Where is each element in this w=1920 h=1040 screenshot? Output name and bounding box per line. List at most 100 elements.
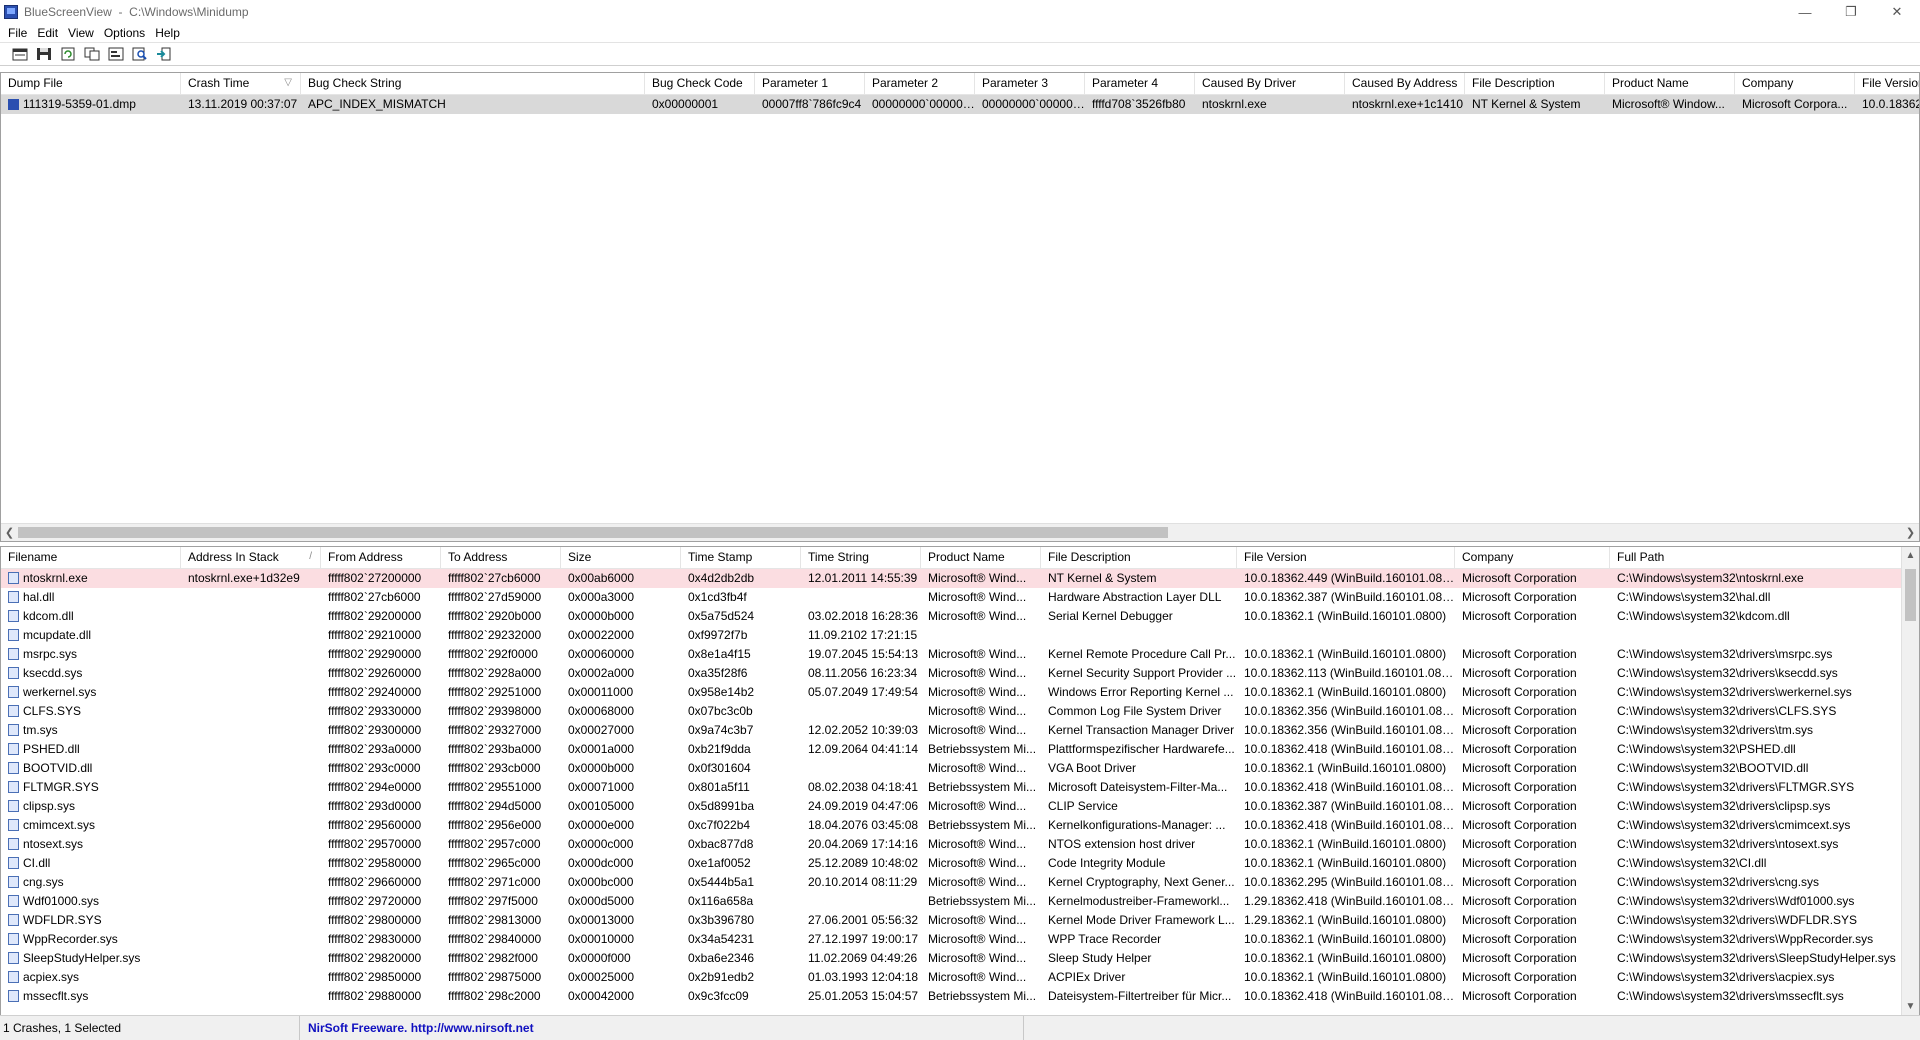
column-header-filename[interactable]: Filename <box>1 547 181 568</box>
table-row[interactable]: mcupdate.dll fffff802`29210000 fffff802`29… <box>1 626 1919 645</box>
save-icon[interactable] <box>34 45 54 63</box>
cell-text: fffff802`29210000 <box>328 628 422 642</box>
maximize-button[interactable]: ❐ <box>1828 0 1874 24</box>
table-row[interactable]: mssecflt.sys fffff802`29880000 fffff802`29… <box>1 987 1919 1006</box>
table-row[interactable]: cmimcext.sys fffff802`29560000 fffff802`29… <box>1 816 1919 835</box>
column-header-product-name[interactable]: Product Name <box>1605 73 1735 94</box>
column-header-caused-by-address[interactable]: Caused By Address <box>1345 73 1465 94</box>
menu-view[interactable]: View <box>68 26 94 40</box>
table-row[interactable]: ksecdd.sys fffff802`29260000 fffff802`2928… <box>1 664 1919 683</box>
table-cell: Serial Kernel Debugger <box>1041 607 1237 626</box>
table-row[interactable]: PSHED.dll fffff802`293a0000 fffff802`293ba… <box>1 740 1919 759</box>
exit-icon[interactable] <box>154 45 174 63</box>
table-cell <box>181 892 321 911</box>
scroll-up-icon[interactable]: ▲ <box>1902 547 1919 564</box>
column-header-label: Time Stamp <box>688 550 753 564</box>
table-row[interactable]: CLFS.SYS fffff802`29330000 fffff802`293980… <box>1 702 1919 721</box>
column-header-product-name[interactable]: Product Name <box>921 547 1041 568</box>
table-cell: C:\Windows\system32\drivers\acpiex.sys <box>1610 968 1910 987</box>
table-row[interactable]: msrpc.sys fffff802`29290000 fffff802`292f0… <box>1 645 1919 664</box>
column-header-file-description[interactable]: File Description <box>1465 73 1605 94</box>
table-row[interactable]: clipsp.sys fffff802`293d0000 fffff802`294d… <box>1 797 1919 816</box>
table-row[interactable]: acpiex.sys fffff802`29850000 fffff802`2987… <box>1 968 1919 987</box>
cell-text: Microsoft® Wind... <box>928 685 1027 699</box>
column-header-label: Parameter 4 <box>1092 76 1159 90</box>
column-header-from-address[interactable]: From Address <box>321 547 441 568</box>
table-row[interactable]: ntoskrnl.exe ntoskrnl.exe+1d32e9 fffff802`… <box>1 569 1919 588</box>
table-row[interactable]: 111319-5359-01.dmp 13.11.2019 00:37:07 APC… <box>1 95 1919 114</box>
column-header-caused-by-driver[interactable]: Caused By Driver <box>1195 73 1345 94</box>
scroll-left-icon[interactable]: ❮ <box>1 524 18 541</box>
nirsoft-link[interactable]: NirSoft Freeware. http://www.nirsoft.net <box>300 1016 1024 1040</box>
cell-text: C:\Windows\system32\ntoskrnl.exe <box>1617 571 1804 585</box>
menu-file[interactable]: File <box>8 26 27 40</box>
column-header-size[interactable]: Size <box>561 547 681 568</box>
table-cell: fffff802`2920b000 <box>441 607 561 626</box>
table-row[interactable]: ntosext.sys fffff802`29570000 fffff802`295… <box>1 835 1919 854</box>
cell-text: C:\Windows\system32\CI.dll <box>1617 856 1767 870</box>
cell-text: Microsoft Corporation <box>1462 685 1577 699</box>
properties-icon[interactable] <box>106 45 126 63</box>
column-header-to-address[interactable]: To Address <box>441 547 561 568</box>
table-cell: 11.02.2069 04:49:26 <box>801 949 921 968</box>
column-header-dump-file[interactable]: Dump File <box>1 73 181 94</box>
table-row[interactable]: Wdf01000.sys fffff802`29720000 fffff802`29… <box>1 892 1919 911</box>
column-header-bug-check-string[interactable]: Bug Check String <box>301 73 645 94</box>
column-header-label: From Address <box>328 550 403 564</box>
open-folder-icon[interactable] <box>10 45 30 63</box>
close-button[interactable]: ✕ <box>1874 0 1920 24</box>
toolbar <box>0 42 1920 66</box>
column-header-parameter-1[interactable]: Parameter 1 <box>755 73 865 94</box>
table-row[interactable]: cng.sys fffff802`29660000 fffff802`2971c00… <box>1 873 1919 892</box>
scroll-right-icon[interactable]: ❯ <box>1902 524 1919 541</box>
menu-options[interactable]: Options <box>104 26 145 40</box>
table-row[interactable]: SleepStudyHelper.sys fffff802`29820000 fff… <box>1 949 1919 968</box>
column-header-parameter-4[interactable]: Parameter 4 <box>1085 73 1195 94</box>
column-header-crash-time[interactable]: Crash Time ▽ <box>181 73 301 94</box>
sort-indicator-icon[interactable]: / <box>309 547 312 567</box>
column-header-time-string[interactable]: Time String <box>801 547 921 568</box>
table-row[interactable]: hal.dll fffff802`27cb6000 fffff802`27d5900… <box>1 588 1919 607</box>
column-header-full-path[interactable]: Full Path <box>1610 547 1910 568</box>
column-header-parameter-2[interactable]: Parameter 2 <box>865 73 975 94</box>
driver-list-vertical-scrollbar[interactable]: ▲ ▼ <box>1901 547 1919 1015</box>
cell-text: 0x00000001 <box>652 97 719 111</box>
column-header-file-description[interactable]: File Description <box>1041 547 1237 568</box>
table-cell <box>181 987 321 1006</box>
scroll-thumb[interactable] <box>1905 569 1916 621</box>
table-row[interactable]: WppRecorder.sys fffff802`29830000 fffff802… <box>1 930 1919 949</box>
table-cell: fffff802`29875000 <box>441 968 561 987</box>
copy-icon[interactable] <box>82 45 102 63</box>
scroll-down-icon[interactable]: ▼ <box>1902 998 1919 1015</box>
table-row[interactable]: WDFLDR.SYS fffff802`29800000 fffff802`2981… <box>1 911 1919 930</box>
column-header-company[interactable]: Company <box>1735 73 1855 94</box>
refresh-icon[interactable] <box>58 45 78 63</box>
scroll-thumb[interactable] <box>18 527 1168 538</box>
column-header-company[interactable]: Company <box>1455 547 1610 568</box>
search-icon[interactable] <box>130 45 150 63</box>
table-cell: Microsoft® Wind... <box>921 930 1041 949</box>
minimize-button[interactable]: — <box>1782 0 1828 24</box>
column-header-time-stamp[interactable]: Time Stamp <box>681 547 801 568</box>
table-cell: Microsoft® Window... <box>1605 95 1735 114</box>
table-row[interactable]: werkernel.sys fffff802`29240000 fffff802`2… <box>1 683 1919 702</box>
table-row[interactable]: CI.dll fffff802`29580000 fffff802`2965c000… <box>1 854 1919 873</box>
table-row[interactable]: kdcom.dll fffff802`29200000 fffff802`2920b… <box>1 607 1919 626</box>
sort-indicator-icon[interactable]: ▽ <box>284 73 292 93</box>
table-row[interactable]: BOOTVID.dll fffff802`293c0000 fffff802`293… <box>1 759 1919 778</box>
column-header-address-in-stack[interactable]: Address In Stack / <box>181 547 321 568</box>
table-cell: 0xbac877d8 <box>681 835 801 854</box>
cell-text: 12.01.2011 14:55:39 <box>808 571 918 585</box>
crash-list-pane: Dump File Crash Time ▽ Bug Check String Bug … <box>0 72 1920 542</box>
column-header-file-version[interactable]: File Version <box>1237 547 1455 568</box>
column-header-parameter-3[interactable]: Parameter 3 <box>975 73 1085 94</box>
menu-help[interactable]: Help <box>155 26 180 40</box>
menu-edit[interactable]: Edit <box>37 26 58 40</box>
cell-text: Microsoft® Wind... <box>928 571 1027 585</box>
table-row[interactable]: tm.sys fffff802`29300000 fffff802`29327000… <box>1 721 1919 740</box>
table-row[interactable]: FLTMGR.SYS fffff802`294e0000 fffff802`2955… <box>1 778 1919 797</box>
crash-list-horizontal-scrollbar[interactable]: ❮ ❯ <box>1 523 1919 541</box>
column-header-file-version[interactable]: File Version <box>1855 73 1919 94</box>
column-header-bug-check-code[interactable]: Bug Check Code <box>645 73 755 94</box>
table-cell: hal.dll <box>1 588 181 607</box>
